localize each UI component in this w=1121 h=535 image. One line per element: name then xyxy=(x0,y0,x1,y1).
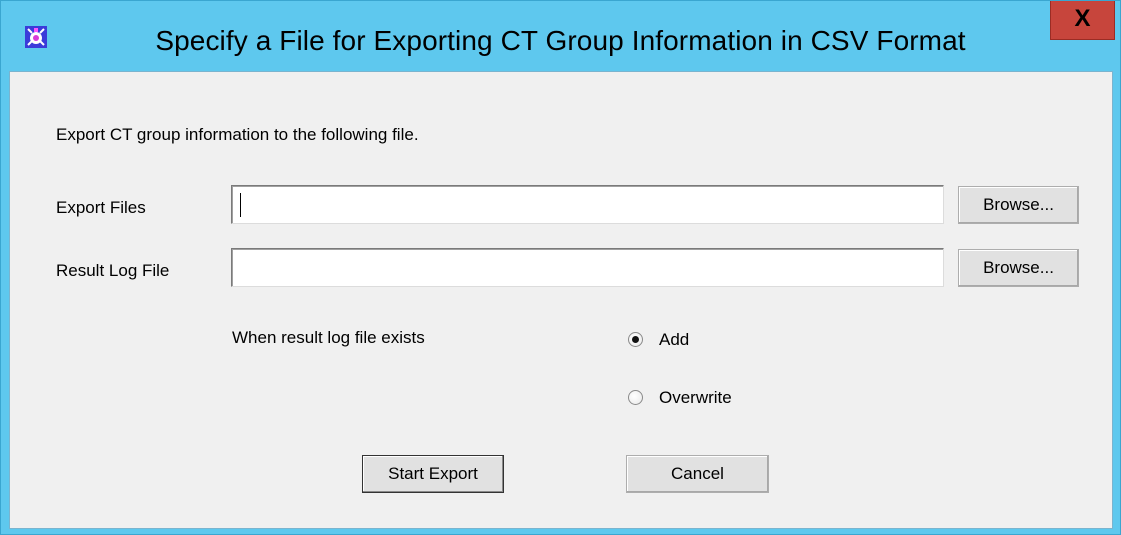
when-exists-label: When result log file exists xyxy=(232,328,425,347)
radio-overwrite-circle[interactable] xyxy=(628,390,643,405)
start-export-button[interactable]: Start Export xyxy=(362,455,504,493)
result-log-file-label: Result Log File xyxy=(56,261,170,280)
dialog-window: Specify a File for Exporting CT Group In… xyxy=(0,0,1121,535)
result-log-file-browse-button[interactable]: Browse... xyxy=(958,249,1079,287)
export-files-browse-button[interactable]: Browse... xyxy=(958,186,1079,224)
window-title: Specify a File for Exporting CT Group In… xyxy=(155,25,966,56)
dialog-body: Export CT group information to the follo… xyxy=(9,71,1113,529)
export-files-label: Export Files xyxy=(56,198,146,217)
app-icon xyxy=(25,26,47,48)
title-bar[interactable]: Specify a File for Exporting CT Group In… xyxy=(1,1,1120,73)
cancel-button[interactable]: Cancel xyxy=(626,455,769,493)
radio-add-label[interactable]: Add xyxy=(659,330,689,350)
export-files-input[interactable] xyxy=(231,185,944,224)
close-button[interactable]: X xyxy=(1050,1,1115,40)
description-text: Export CT group information to the follo… xyxy=(56,125,419,144)
radio-add-circle[interactable] xyxy=(628,332,643,347)
radio-overwrite-label[interactable]: Overwrite xyxy=(659,388,732,408)
result-log-file-input[interactable] xyxy=(231,248,944,287)
text-caret xyxy=(240,193,241,217)
